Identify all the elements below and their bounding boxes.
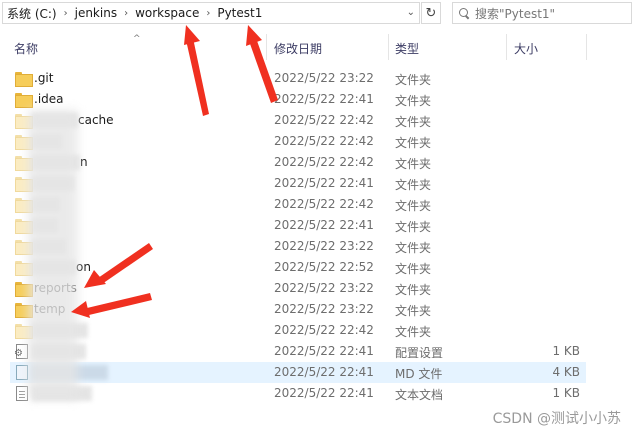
file-date: 2022/5/22 22:41 bbox=[274, 176, 374, 190]
column-divider[interactable] bbox=[266, 34, 267, 60]
column-header-name[interactable]: 名称 bbox=[14, 40, 38, 57]
file-name: cache bbox=[78, 113, 114, 127]
file-size: 1 KB bbox=[552, 344, 580, 358]
file-row[interactable]: 2022/5/22 22:42 文件夹 bbox=[10, 320, 586, 341]
column-header-size[interactable]: 大小 bbox=[514, 40, 538, 57]
file-row[interactable]: .git 2022/5/22 23:22 文件夹 bbox=[10, 68, 586, 89]
file-date: 2022/5/22 22:42 bbox=[274, 323, 374, 337]
file-date: 2022/5/22 22:52 bbox=[274, 260, 374, 274]
file-row[interactable]: n 2022/5/22 22:42 文件夹 bbox=[10, 152, 586, 173]
file-name: n bbox=[80, 155, 88, 169]
column-header-row: ^ 名称 修改日期 类型 大小 bbox=[0, 34, 635, 60]
file-type: 文件夹 bbox=[395, 157, 432, 171]
address-bar[interactable]: 系统 (C:) › jenkins › workspace › Pytest1 … bbox=[2, 2, 420, 24]
text-file-icon bbox=[16, 386, 28, 401]
address-bar-area: 系统 (C:) › jenkins › workspace › Pytest1 … bbox=[0, 0, 635, 28]
file-date: 2022/5/22 23:22 bbox=[274, 71, 374, 85]
file-type: 文件夹 bbox=[395, 178, 432, 192]
breadcrumb-workspace[interactable]: workspace bbox=[135, 6, 199, 20]
file-name: .git bbox=[34, 71, 54, 85]
breadcrumb-drive[interactable]: 系统 (C:) bbox=[7, 5, 57, 22]
file-date: 2022/5/22 22:42 bbox=[274, 134, 374, 148]
file-type: 配置设置 bbox=[395, 346, 444, 360]
breadcrumb-separator-icon[interactable]: › bbox=[206, 8, 210, 19]
file-date: 2022/5/22 23:22 bbox=[274, 281, 374, 295]
file-row[interactable]: temp 2022/5/22 23:22 文件夹 bbox=[10, 299, 586, 320]
file-row[interactable]: 2022/5/22 22:41 配置设置 1 KB bbox=[10, 341, 586, 362]
file-type: 文件夹 bbox=[395, 115, 432, 129]
file-type: 文件夹 bbox=[395, 136, 432, 150]
file-row[interactable]: 2022/5/22 23:22 文件夹 bbox=[10, 236, 586, 257]
folder-icon bbox=[15, 93, 33, 108]
file-type: 文本文档 bbox=[395, 388, 444, 402]
file-type: 文件夹 bbox=[395, 241, 432, 255]
column-divider[interactable] bbox=[506, 34, 507, 60]
file-size: 1 KB bbox=[552, 386, 580, 400]
file-name: .idea bbox=[34, 92, 64, 106]
file-row[interactable]: cache 2022/5/22 22:42 文件夹 bbox=[10, 110, 586, 131]
file-row[interactable]: 2022/5/22 22:41 文件夹 bbox=[10, 215, 586, 236]
file-size: 4 KB bbox=[552, 365, 580, 379]
file-name: on bbox=[76, 260, 91, 274]
column-header-type[interactable]: 类型 bbox=[395, 40, 419, 57]
breadcrumb-separator-icon[interactable]: › bbox=[124, 8, 128, 19]
file-row[interactable]: 2022/5/22 22:41 文本文档 1 KB bbox=[10, 383, 586, 404]
file-row[interactable]: .idea 2022/5/22 22:41 文件夹 bbox=[10, 89, 586, 110]
file-date: 2022/5/22 22:41 bbox=[274, 365, 374, 379]
column-header-date[interactable]: 修改日期 bbox=[274, 40, 322, 57]
column-divider[interactable] bbox=[388, 34, 389, 60]
search-placeholder: 搜索"Pytest1" bbox=[475, 6, 556, 21]
file-date: 2022/5/22 22:42 bbox=[274, 197, 374, 211]
markdown-file-icon bbox=[16, 365, 28, 380]
folder-icon bbox=[15, 72, 33, 87]
file-date: 2022/5/22 22:41 bbox=[274, 386, 374, 400]
breadcrumb-separator-icon[interactable]: › bbox=[64, 8, 68, 19]
refresh-button[interactable]: ↻ bbox=[421, 2, 441, 24]
file-type: 文件夹 bbox=[395, 94, 432, 108]
file-row[interactable]: 2022/5/22 22:41 文件夹 bbox=[10, 173, 586, 194]
file-row[interactable]: 2022/5/22 22:42 文件夹 bbox=[10, 194, 586, 215]
sort-ascending-icon: ^ bbox=[133, 34, 141, 44]
file-row-selected[interactable]: 2022/5/22 22:41 MD 文件 4 KB bbox=[10, 362, 586, 383]
config-file-icon bbox=[14, 344, 28, 359]
redaction-overlay bbox=[28, 110, 78, 400]
address-dropdown-icon[interactable]: ⌄ bbox=[407, 7, 415, 18]
search-input[interactable]: 搜索"Pytest1" bbox=[452, 2, 632, 24]
file-type: 文件夹 bbox=[395, 325, 432, 339]
file-date: 2022/5/22 23:22 bbox=[274, 239, 374, 253]
file-date: 2022/5/22 22:42 bbox=[274, 155, 374, 169]
column-divider[interactable] bbox=[586, 34, 587, 60]
file-date: 2022/5/22 22:41 bbox=[274, 92, 374, 106]
file-type: 文件夹 bbox=[395, 262, 432, 276]
file-type: 文件夹 bbox=[395, 199, 432, 213]
file-type: 文件夹 bbox=[395, 283, 432, 297]
breadcrumb-jenkins[interactable]: jenkins bbox=[75, 6, 117, 20]
breadcrumb-pytest1[interactable]: Pytest1 bbox=[217, 6, 262, 20]
file-row[interactable]: on 2022/5/22 22:52 文件夹 bbox=[10, 257, 586, 278]
file-date: 2022/5/22 22:41 bbox=[274, 218, 374, 232]
file-date: 2022/5/22 22:42 bbox=[274, 113, 374, 127]
file-row[interactable]: 2022/5/22 22:42 文件夹 bbox=[10, 131, 586, 152]
file-date: 2022/5/22 23:22 bbox=[274, 302, 374, 316]
file-type: 文件夹 bbox=[395, 220, 432, 234]
file-row[interactable]: reports 2022/5/22 23:22 文件夹 bbox=[10, 278, 586, 299]
file-type: MD 文件 bbox=[395, 367, 443, 381]
search-icon bbox=[459, 7, 470, 19]
watermark: CSDN @测试小小苏 bbox=[492, 411, 621, 427]
file-type: 文件夹 bbox=[395, 73, 432, 87]
file-date: 2022/5/22 22:41 bbox=[274, 344, 374, 358]
file-type: 文件夹 bbox=[395, 304, 432, 318]
